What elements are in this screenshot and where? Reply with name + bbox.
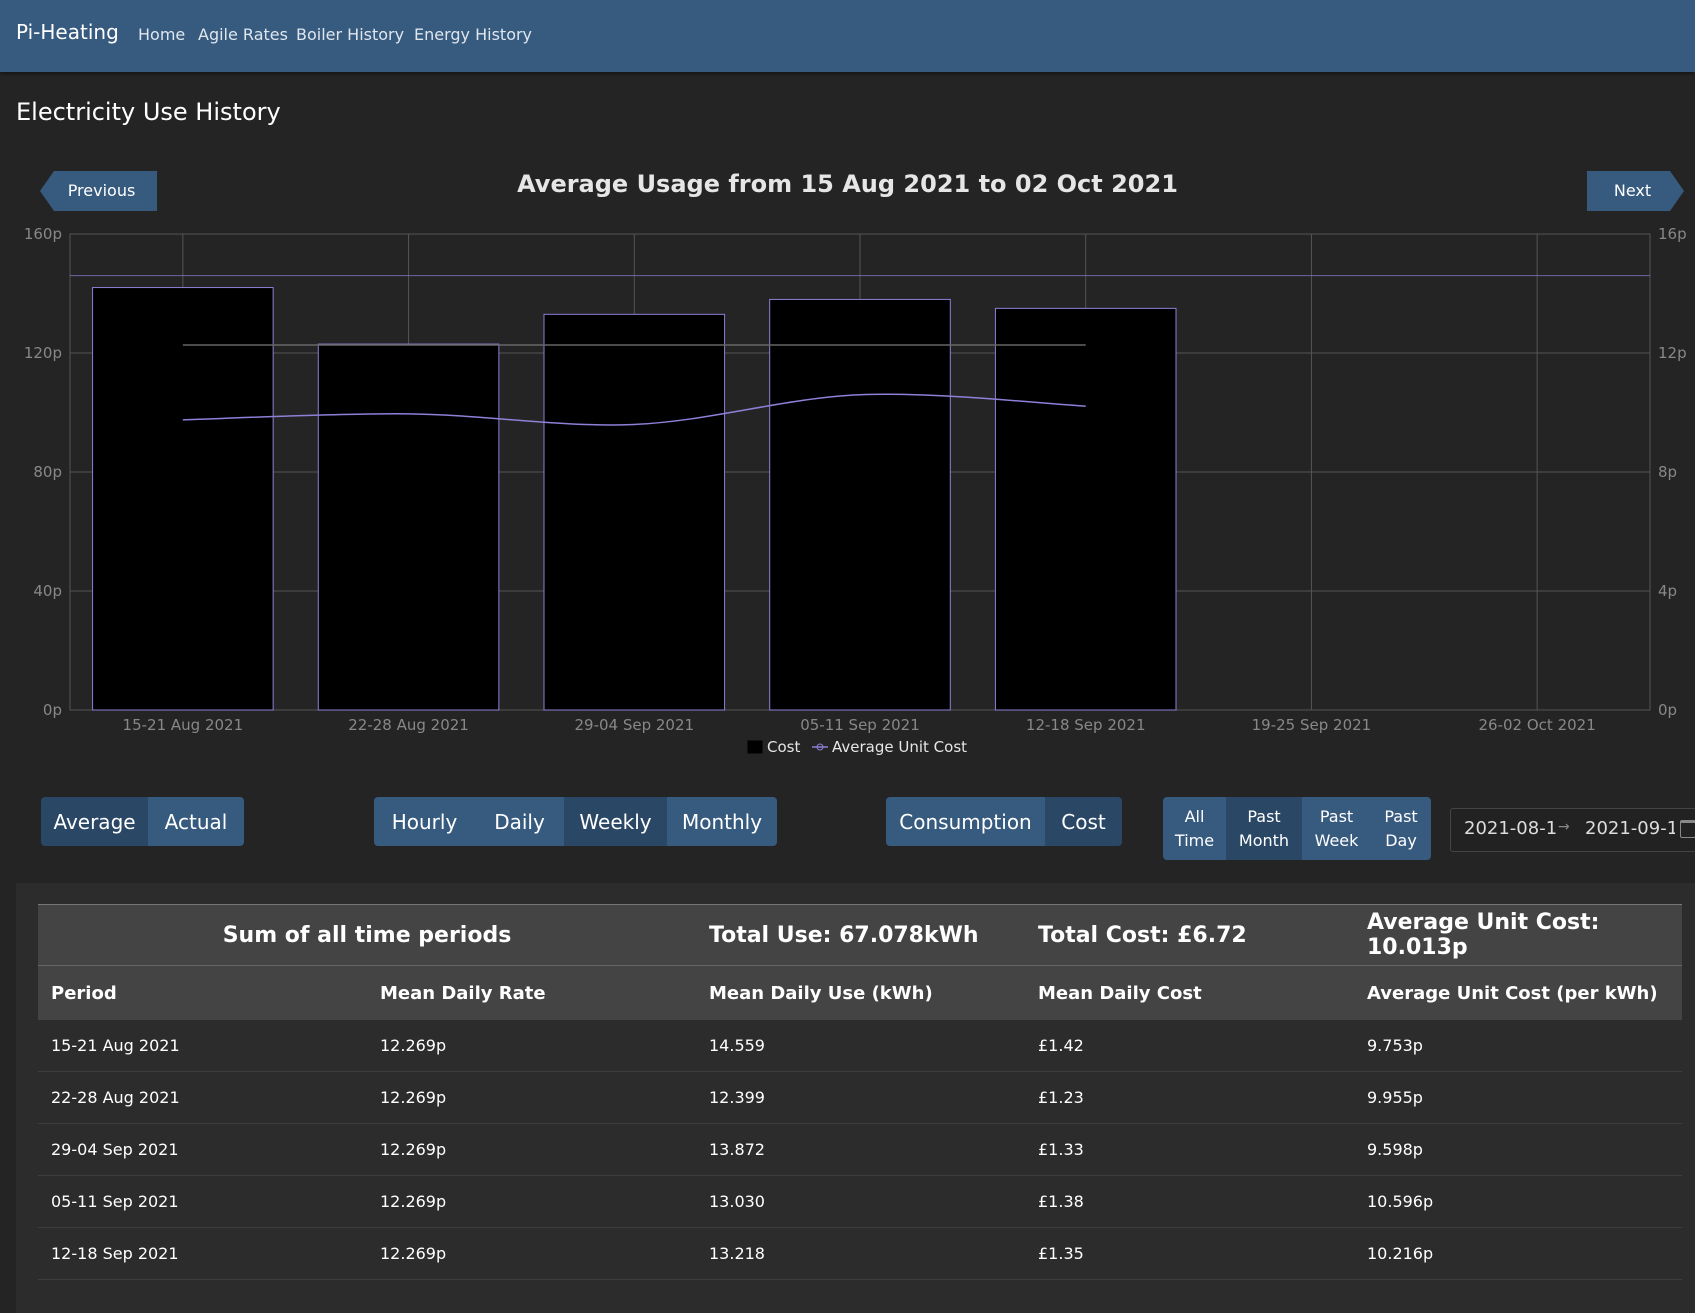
y-left-tick-label: 120p <box>24 344 62 362</box>
cell-rate: 12.269p <box>367 1175 696 1228</box>
x-tick-label: 26-02 Oct 2021 <box>1479 716 1596 734</box>
y-right-tick-label: 4p <box>1658 582 1677 600</box>
y-left-tick-label: 80p <box>33 463 62 481</box>
usage-table: Sum of all time periods Total Use: 67.07… <box>38 904 1682 1280</box>
calendar-icon[interactable] <box>1680 820 1695 838</box>
cell-use: 13.872 <box>696 1123 1025 1176</box>
total-use: Total Use: 67.078kWh <box>696 904 1025 966</box>
cell-rate: 12.269p <box>367 1020 696 1072</box>
cell-cost: £1.38 <box>1025 1175 1354 1228</box>
nav-home[interactable]: Home <box>138 25 185 44</box>
cell-cost: £1.35 <box>1025 1227 1354 1280</box>
cost-bar <box>994 307 1177 711</box>
table-row: 05-11 Sep 2021 12.269p 13.030 £1.38 10.5… <box>38 1175 1682 1228</box>
weekly-button[interactable]: Weekly <box>564 797 667 846</box>
cell-rate: 12.269p <box>367 1071 696 1124</box>
past-day-button[interactable]: Past Day <box>1371 797 1431 860</box>
y-left-tick-label: 160p <box>24 225 62 243</box>
cost-bar <box>769 298 951 711</box>
top-navbar: Pi-Heating Home Agile Rates Boiler Histo… <box>0 0 1695 72</box>
cell-use: 14.559 <box>696 1020 1025 1072</box>
y-left-tick-label: 0p <box>43 701 62 719</box>
metric-toggle-group: Consumption Cost <box>886 797 1122 846</box>
x-tick-label: 12-18 Sep 2021 <box>1026 716 1146 734</box>
x-tick-label: 05-11 Sep 2021 <box>800 716 920 734</box>
table-header-row: Period Mean Daily Rate Mean Daily Use (k… <box>38 965 1682 1020</box>
resolution-toggle-group: Hourly Daily Weekly Monthly <box>374 797 777 846</box>
table-row: 12-18 Sep 2021 12.269p 13.218 £1.35 10.2… <box>38 1227 1682 1280</box>
col-mean-daily-cost: Mean Daily Cost <box>1025 965 1354 1020</box>
table-row: 15-21 Aug 2021 12.269p 14.559 £1.42 9.75… <box>38 1020 1682 1072</box>
x-tick-label: 19-25 Sep 2021 <box>1252 716 1372 734</box>
legend-cost-label: Cost <box>767 738 800 756</box>
cell-use: 13.030 <box>696 1175 1025 1228</box>
x-tick-label: 22-28 Aug 2021 <box>348 716 469 734</box>
cost-bar <box>543 313 726 711</box>
cell-use: 13.218 <box>696 1227 1025 1280</box>
range-arrow-icon: → <box>1558 819 1570 835</box>
cell-unit-cost: 9.598p <box>1354 1123 1682 1176</box>
cost-bar <box>92 287 274 711</box>
col-period: Period <box>38 965 367 1020</box>
cell-cost: £1.42 <box>1025 1020 1354 1072</box>
col-mean-daily-use: Mean Daily Use (kWh) <box>696 965 1025 1020</box>
actual-button[interactable]: Actual <box>148 797 244 846</box>
cell-period: 22-28 Aug 2021 <box>38 1071 367 1124</box>
next-button[interactable]: Next <box>1587 171 1684 211</box>
y-right-tick-label: 12p <box>1658 344 1687 362</box>
col-mean-daily-rate: Mean Daily Rate <box>367 965 696 1020</box>
legend-cost-swatch <box>747 740 763 754</box>
cost-bar <box>317 343 500 711</box>
monthly-button[interactable]: Monthly <box>667 797 777 846</box>
cell-rate: 12.269p <box>367 1227 696 1280</box>
summary-panel: Sum of all time periods Total Use: 67.07… <box>16 883 1695 1313</box>
nav-boiler-history[interactable]: Boiler History <box>296 25 404 44</box>
y-right-tick-label: 16p <box>1658 225 1687 243</box>
start-date-input[interactable]: 2021-08-15 <box>1464 818 1556 839</box>
consumption-button[interactable]: Consumption <box>886 797 1045 846</box>
x-tick-label: 29-04 Sep 2021 <box>574 716 694 734</box>
cell-period: 05-11 Sep 2021 <box>38 1175 367 1228</box>
y-right-tick-label: 8p <box>1658 463 1677 481</box>
cost-button[interactable]: Cost <box>1045 797 1122 846</box>
y-left-tick-label: 40p <box>33 582 62 600</box>
cell-cost: £1.33 <box>1025 1123 1354 1176</box>
cell-unit-cost: 10.216p <box>1354 1227 1682 1280</box>
nav-agile-rates[interactable]: Agile Rates <box>198 25 288 44</box>
table-row: 29-04 Sep 2021 12.269p 13.872 £1.33 9.59… <box>38 1123 1682 1176</box>
cell-period: 29-04 Sep 2021 <box>38 1123 367 1176</box>
chart-title: Average Usage from 15 Aug 2021 to 02 Oct… <box>517 170 1178 198</box>
y-right-tick-label: 0p <box>1658 701 1677 719</box>
legend-unit-cost-label: Average Unit Cost <box>832 738 967 756</box>
cell-period: 12-18 Sep 2021 <box>38 1227 367 1280</box>
range-toggle-group: All Time Past Month Past Week Past Day <box>1163 797 1431 860</box>
average-button[interactable]: Average <box>41 797 148 846</box>
cell-period: 15-21 Aug 2021 <box>38 1020 367 1072</box>
cell-cost: £1.23 <box>1025 1071 1354 1124</box>
end-date-input[interactable]: 2021-09-15 <box>1585 818 1675 839</box>
daily-button[interactable]: Daily <box>475 797 564 846</box>
mode-toggle-group: Average Actual <box>41 797 244 846</box>
usage-chart: 0p 0p 40p 4p 80p 8p 120p 12p 160p 16p 15-21 Aug 20… <box>24 225 1687 756</box>
page-title: Electricity Use History <box>16 98 281 126</box>
date-range-picker[interactable]: 2021-08-15 → 2021-09-15 <box>1450 808 1695 852</box>
past-month-button[interactable]: Past Month <box>1226 797 1302 860</box>
cell-unit-cost: 9.753p <box>1354 1020 1682 1072</box>
cell-unit-cost: 10.596p <box>1354 1175 1682 1228</box>
cell-unit-cost: 9.955p <box>1354 1071 1682 1124</box>
hourly-button[interactable]: Hourly <box>374 797 475 846</box>
cell-use: 12.399 <box>696 1071 1025 1124</box>
summary-row: Sum of all time periods Total Use: 67.07… <box>38 904 1682 966</box>
past-week-button[interactable]: Past Week <box>1302 797 1371 860</box>
nav-energy-history[interactable]: Energy History <box>414 25 532 44</box>
col-average-unit-cost: Average Unit Cost (per kWh) <box>1354 965 1682 1020</box>
total-cost: Total Cost: £6.72 <box>1025 904 1354 966</box>
average-unit-cost: Average Unit Cost: 10.013p <box>1354 904 1682 966</box>
summary-title: Sum of all time periods <box>38 904 696 966</box>
cell-rate: 12.269p <box>367 1123 696 1176</box>
brand-logo[interactable]: Pi-Heating <box>16 20 119 44</box>
x-tick-label: 15-21 Aug 2021 <box>123 716 244 734</box>
all-time-button[interactable]: All Time <box>1163 797 1226 860</box>
table-row: 22-28 Aug 2021 12.269p 12.399 £1.23 9.95… <box>38 1071 1682 1124</box>
